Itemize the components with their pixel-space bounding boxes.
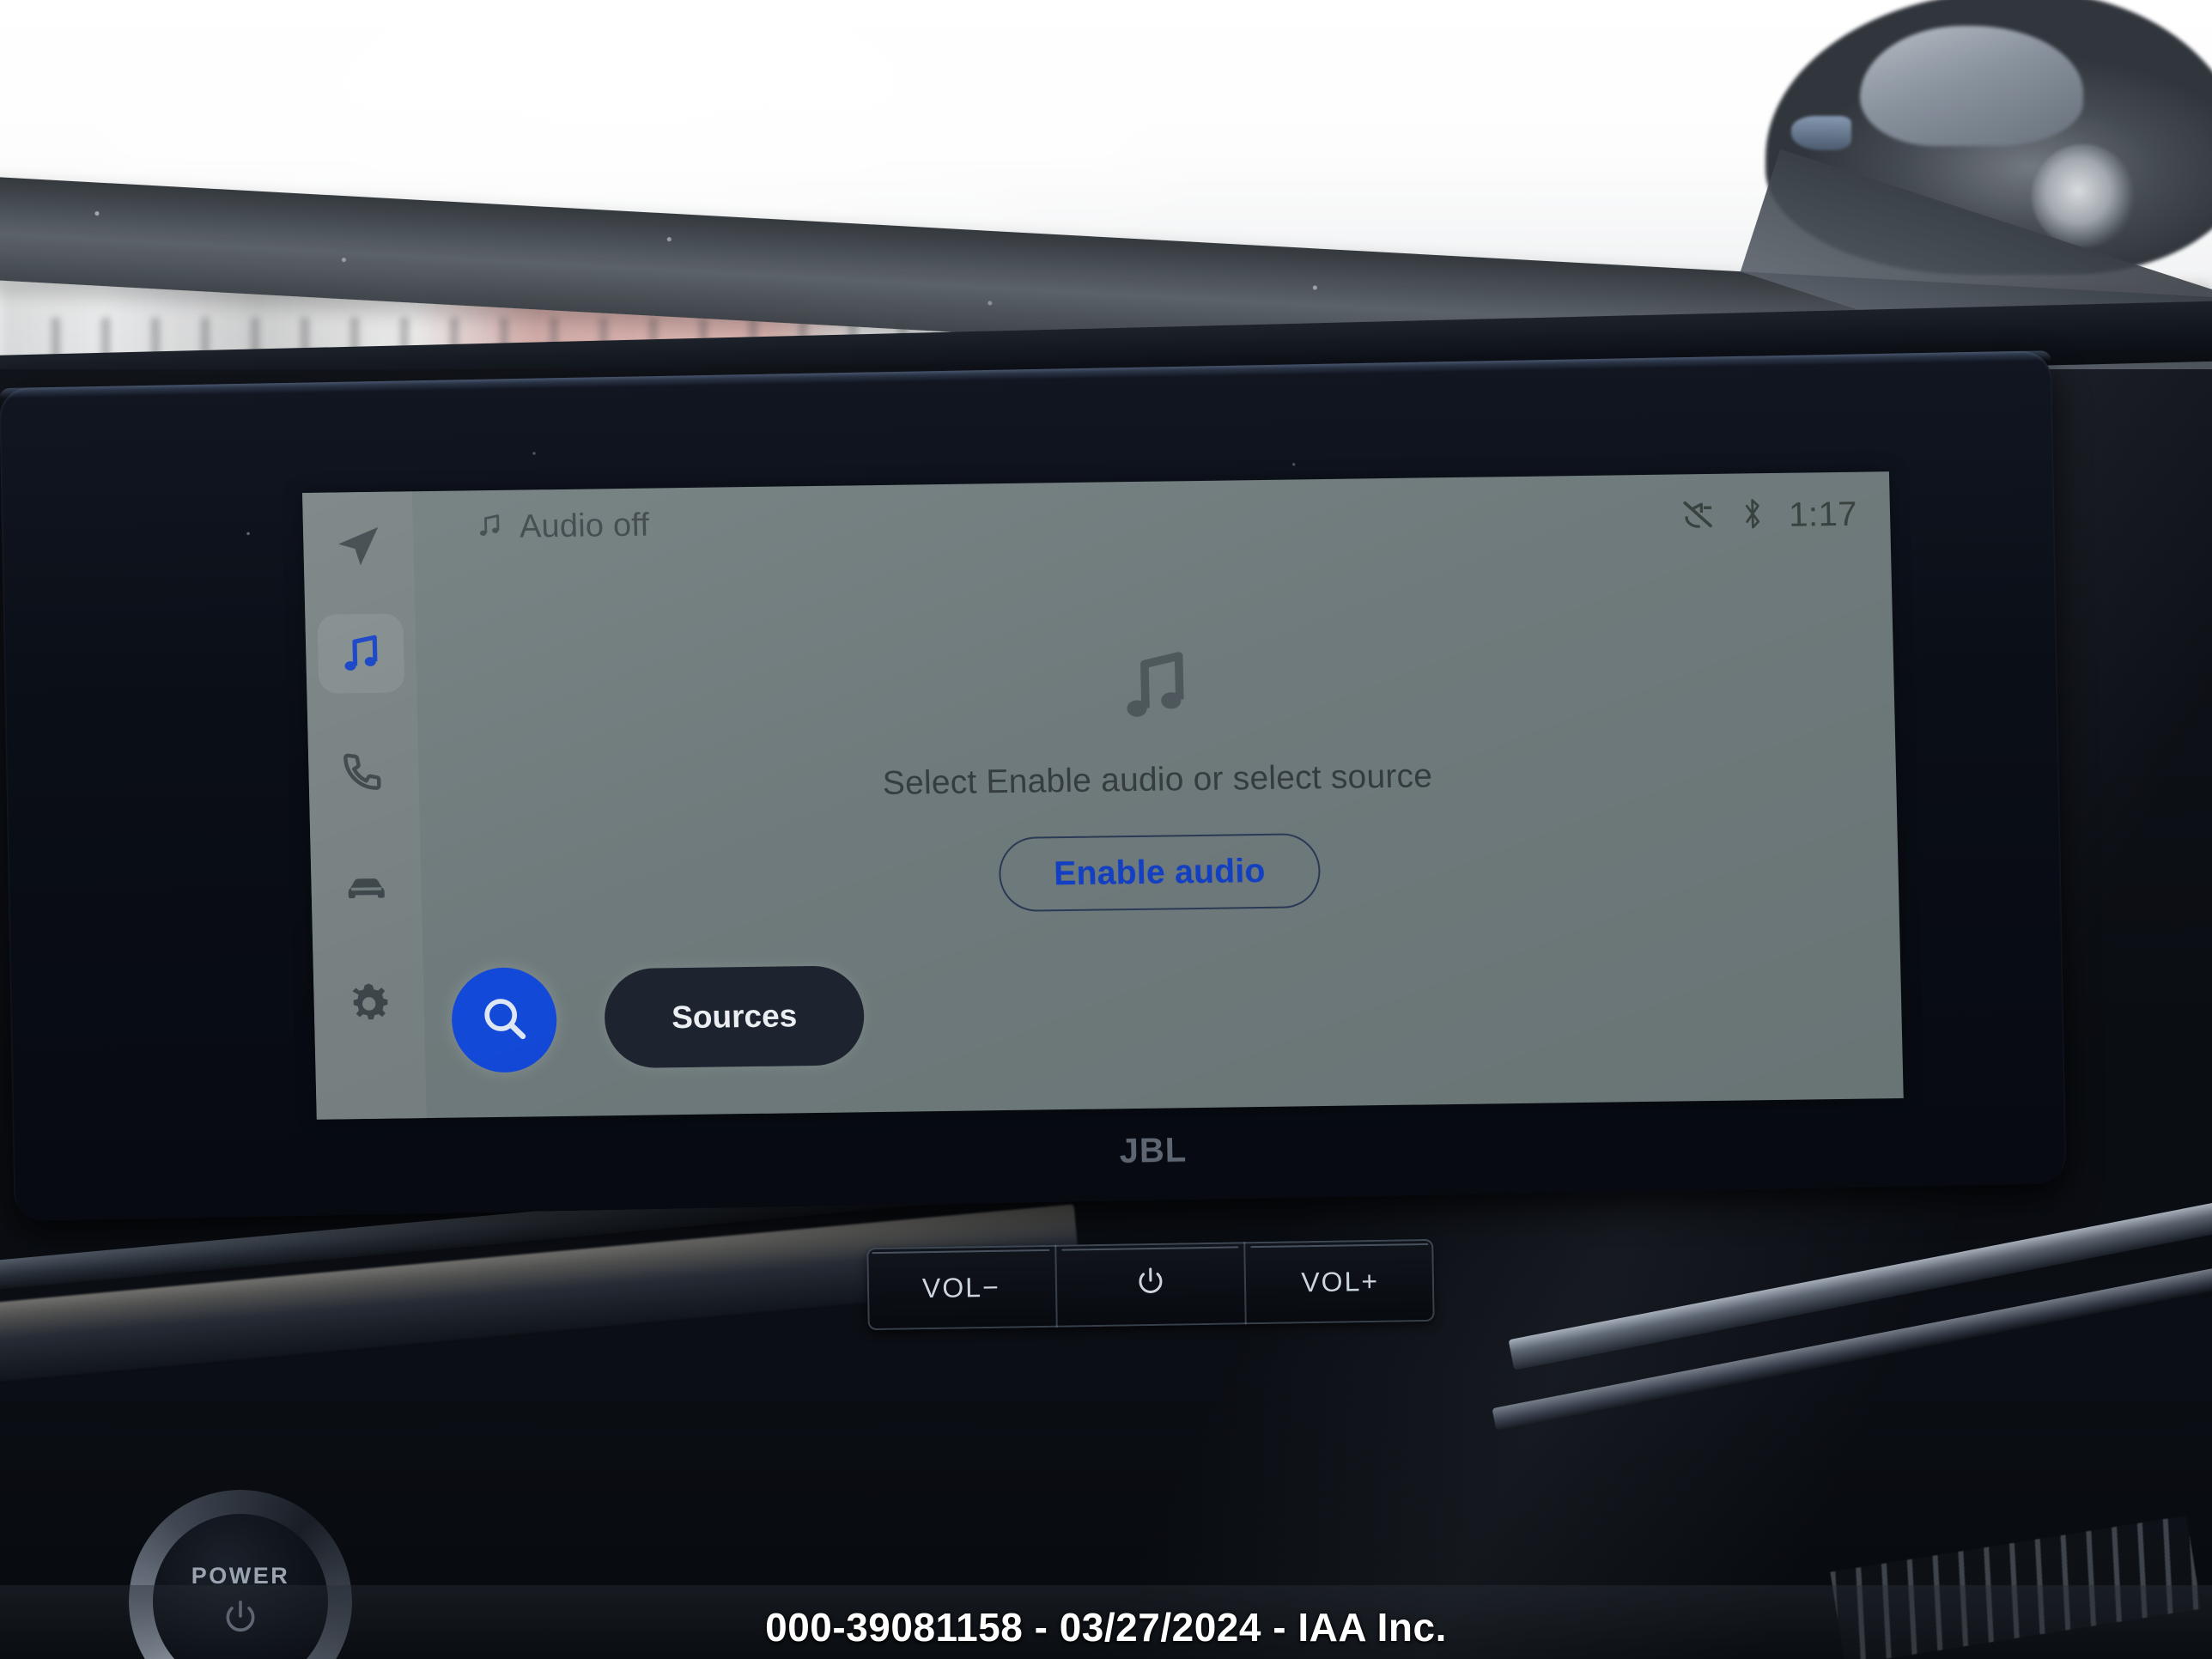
sidebar-item-settings[interactable] (313, 958, 425, 1049)
gear-icon (344, 980, 393, 1029)
hardware-button-row: VOL− VOL+ (866, 1238, 1435, 1331)
parked-car-mirror (1791, 116, 1851, 150)
navigation-arrow-icon (334, 521, 383, 570)
sidebar-item-phone[interactable] (307, 725, 419, 816)
enable-audio-button[interactable]: Enable audio (998, 833, 1322, 913)
sidebar-item-vehicle[interactable] (310, 842, 422, 933)
infotainment-ui: Audio off 1:17 Select Enable audio or se… (302, 471, 1904, 1120)
display-power-button[interactable] (1055, 1242, 1248, 1328)
music-note-icon (1113, 645, 1197, 732)
sidebar (302, 491, 427, 1120)
parked-car-wheel (2032, 144, 2135, 247)
empty-state-message: Select Enable audio or select source (882, 757, 1433, 802)
phone-icon (339, 746, 388, 795)
sidebar-item-media[interactable] (305, 608, 416, 699)
music-note-icon (337, 629, 386, 678)
vehicle-interior-scene: JBL Audio off 1:17 Select Enable audio o… (0, 0, 2212, 1659)
auction-watermark: 000-39081158 - 03/27/2024 - IAA Inc. (765, 1605, 1447, 1650)
jbl-logo: JBL (1119, 1131, 1188, 1170)
search-button[interactable] (450, 967, 558, 1073)
car-icon (342, 863, 391, 912)
volume-down-button[interactable]: VOL− (866, 1244, 1058, 1331)
volume-up-button[interactable]: VOL+ (1246, 1239, 1435, 1324)
sources-button[interactable]: Sources (603, 965, 866, 1069)
power-icon (1135, 1266, 1167, 1304)
sidebar-item-navigation[interactable] (302, 500, 414, 591)
search-icon (477, 991, 532, 1049)
media-controls-bar: Sources (450, 963, 866, 1073)
